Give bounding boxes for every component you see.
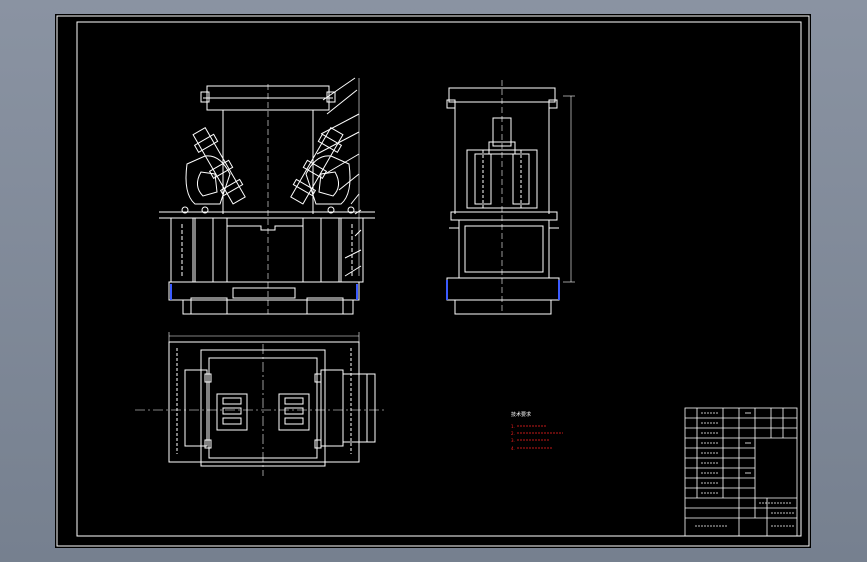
front-view — [159, 77, 375, 315]
technical-notes: 技术要求 1. 2. 3. 4. — [511, 411, 563, 451]
outer-frame — [56, 15, 810, 547]
note-3: 3. — [511, 438, 515, 443]
drawing-canvas: 技术要求 1. 2. 3. 4. — [56, 15, 810, 547]
note-1: 1. — [511, 424, 515, 429]
note-4: 4. — [511, 446, 515, 451]
top-view — [135, 332, 385, 476]
side-view — [446, 80, 575, 315]
notes-heading: 技术要求 — [511, 411, 531, 418]
cad-viewport[interactable]: 技术要求 1. 2. 3. 4. — [0, 0, 867, 562]
title-block — [684, 407, 798, 537]
inner-frame — [76, 21, 802, 537]
drawing-sheet: 技术要求 1. 2. 3. 4. — [55, 14, 811, 548]
note-2: 2. — [511, 431, 515, 436]
